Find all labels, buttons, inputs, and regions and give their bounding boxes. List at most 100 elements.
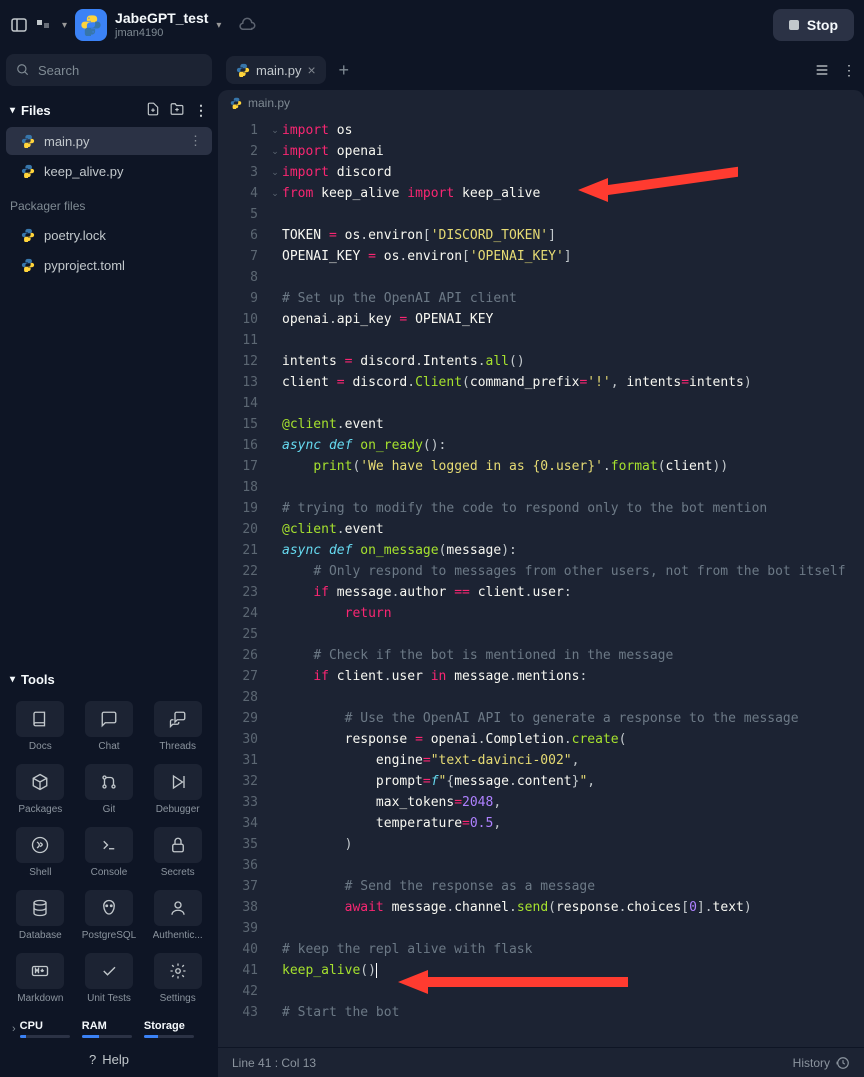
tool-chat[interactable]: Chat bbox=[77, 697, 142, 756]
tool-console[interactable]: Console bbox=[77, 823, 142, 882]
main-layout: Search ▾ Files ⋮ main.py⋮keep_alive.py P… bbox=[0, 50, 864, 1077]
stop-icon bbox=[789, 20, 799, 30]
history-label: History bbox=[793, 1056, 830, 1070]
more-icon[interactable]: ⋮ bbox=[842, 62, 856, 79]
python-file-icon bbox=[20, 257, 36, 273]
tool-postgresql[interactable]: PostgreSQL bbox=[77, 886, 142, 945]
editor-pane: main.py × + ⋮ main.py 123456789101112131… bbox=[218, 50, 864, 1077]
cloud-sync-icon[interactable] bbox=[239, 15, 257, 36]
resources-bar[interactable]: › CPURAMStorage bbox=[0, 1012, 218, 1042]
stop-label: Stop bbox=[807, 17, 838, 33]
file-item[interactable]: poetry.lock bbox=[6, 221, 212, 249]
book-icon bbox=[16, 701, 64, 737]
threads-icon bbox=[154, 701, 202, 737]
resource-ram: RAM bbox=[82, 1020, 144, 1038]
chat-icon bbox=[85, 701, 133, 737]
fold-column: ⌄⌄⌄⌄ bbox=[268, 116, 282, 1047]
db-icon bbox=[16, 890, 64, 926]
tool-git[interactable]: Git bbox=[77, 760, 142, 819]
file-item[interactable]: keep_alive.py bbox=[6, 157, 212, 185]
python-app-icon bbox=[75, 9, 107, 41]
navigation-icon[interactable] bbox=[36, 16, 54, 34]
tool-label: Settings bbox=[160, 993, 196, 1004]
python-file-icon bbox=[236, 63, 250, 77]
tool-secrets[interactable]: Secrets bbox=[145, 823, 210, 882]
postgres-icon bbox=[85, 890, 133, 926]
code-editor[interactable]: 1234567891011121314151617181920212223242… bbox=[218, 116, 864, 1047]
file-item[interactable]: pyproject.toml bbox=[6, 251, 212, 279]
packager-label: Packager files bbox=[0, 187, 218, 219]
lock-icon bbox=[154, 827, 202, 863]
tools-header[interactable]: ▾ Tools bbox=[0, 662, 218, 693]
resource-bar bbox=[144, 1035, 194, 1038]
tool-settings[interactable]: Settings bbox=[145, 949, 210, 1008]
tool-label: Shell bbox=[29, 867, 51, 878]
cube-icon bbox=[16, 764, 64, 800]
help-button[interactable]: ? Help bbox=[0, 1042, 218, 1077]
tool-database[interactable]: Database bbox=[8, 886, 73, 945]
chevron-right-icon: › bbox=[12, 1023, 16, 1035]
project-info[interactable]: JabeGPT_test jman4190 bbox=[115, 10, 208, 40]
tool-label: Markdown bbox=[17, 993, 63, 1004]
tool-debugger[interactable]: Debugger bbox=[145, 760, 210, 819]
stop-button[interactable]: Stop bbox=[773, 9, 854, 41]
status-bar: Line 41 : Col 13 History bbox=[218, 1047, 864, 1077]
console-icon bbox=[85, 827, 133, 863]
resource-bar bbox=[82, 1035, 132, 1038]
top-bar: ▾ JabeGPT_test jman4190 ▾ Stop bbox=[0, 0, 864, 50]
resource-storage: Storage bbox=[144, 1020, 206, 1038]
resource-bar bbox=[20, 1035, 70, 1038]
tool-markdown[interactable]: Markdown bbox=[8, 949, 73, 1008]
tool-unit-tests[interactable]: Unit Tests bbox=[77, 949, 142, 1008]
project-owner: jman4190 bbox=[115, 27, 208, 40]
search-input[interactable]: Search bbox=[6, 54, 212, 86]
tab-main-py[interactable]: main.py × bbox=[226, 56, 326, 84]
tool-label: Chat bbox=[98, 741, 119, 752]
tool-docs[interactable]: Docs bbox=[8, 697, 73, 756]
new-folder-icon[interactable] bbox=[170, 102, 184, 116]
resource-label: RAM bbox=[82, 1020, 144, 1032]
line-gutter: 1234567891011121314151617181920212223242… bbox=[218, 116, 268, 1047]
layout-toggle-icon[interactable] bbox=[10, 16, 28, 34]
debug-icon bbox=[154, 764, 202, 800]
more-icon[interactable]: ⋮ bbox=[194, 102, 208, 119]
tool-label: Console bbox=[91, 867, 128, 878]
list-icon[interactable] bbox=[814, 62, 830, 78]
more-icon[interactable]: ⋮ bbox=[189, 133, 202, 149]
tool-label: Debugger bbox=[156, 804, 200, 815]
tool-packages[interactable]: Packages bbox=[8, 760, 73, 819]
python-file-icon bbox=[20, 133, 36, 149]
tool-label: Secrets bbox=[161, 867, 195, 878]
close-icon[interactable]: × bbox=[308, 62, 316, 78]
check-icon bbox=[85, 953, 133, 989]
shell-icon bbox=[16, 827, 64, 863]
tool-label: Git bbox=[103, 804, 116, 815]
file-name: keep_alive.py bbox=[44, 164, 124, 179]
new-file-icon[interactable] bbox=[146, 102, 160, 116]
files-header[interactable]: ▾ Files ⋮ bbox=[0, 96, 218, 125]
breadcrumb-file[interactable]: main.py bbox=[248, 96, 290, 110]
gear-icon bbox=[154, 953, 202, 989]
tool-label: Unit Tests bbox=[87, 993, 131, 1004]
tool-threads[interactable]: Threads bbox=[145, 697, 210, 756]
history-button[interactable]: History bbox=[793, 1056, 850, 1070]
tabs-bar: main.py × + ⋮ bbox=[218, 50, 864, 90]
project-chevron-icon[interactable]: ▾ bbox=[216, 20, 221, 31]
tab-label: main.py bbox=[256, 63, 302, 78]
tool-shell[interactable]: Shell bbox=[8, 823, 73, 882]
search-placeholder: Search bbox=[38, 63, 79, 78]
file-item[interactable]: main.py⋮ bbox=[6, 127, 212, 155]
resource-label: Storage bbox=[144, 1020, 206, 1032]
md-icon bbox=[16, 953, 64, 989]
user-icon bbox=[154, 890, 202, 926]
chevron-down-icon[interactable]: ▾ bbox=[62, 20, 67, 31]
git-icon bbox=[85, 764, 133, 800]
tools-header-label: Tools bbox=[21, 672, 55, 687]
tool-authentic-[interactable]: Authentic... bbox=[145, 886, 210, 945]
add-tab-button[interactable]: + bbox=[330, 56, 358, 84]
tool-label: Threads bbox=[159, 741, 196, 752]
cursor-position[interactable]: Line 41 : Col 13 bbox=[232, 1056, 316, 1070]
tool-label: Authentic... bbox=[153, 930, 203, 941]
search-icon bbox=[16, 63, 30, 77]
code-content[interactable]: import osimport openaiimport discordfrom… bbox=[282, 116, 864, 1047]
